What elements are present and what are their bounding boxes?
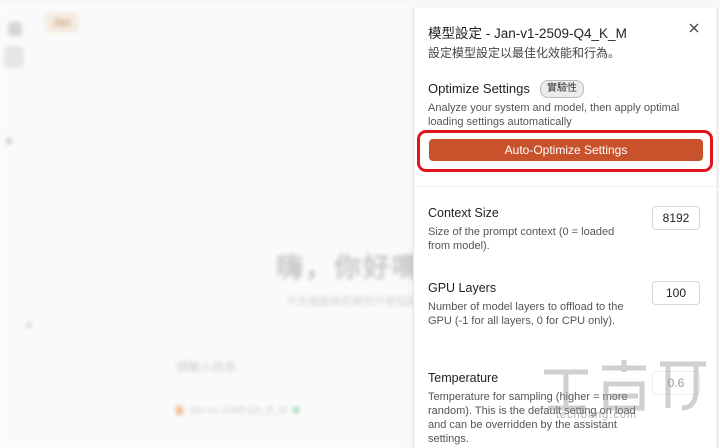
auto-optimize-button[interactable]: Auto-Optimize Settings <box>429 139 703 161</box>
gpu-layers-description: Number of model layers to offload to the… <box>428 301 624 327</box>
divider <box>414 186 720 187</box>
optimize-settings-title: Optimize Settings <box>428 81 530 96</box>
assistant-chip[interactable]: Jan <box>45 13 79 33</box>
sidebar-toggle-icon[interactable] <box>8 22 22 36</box>
watermark-text: techbang.com <box>556 409 638 421</box>
model-settings-panel: 模型設定 - Jan-v1-2509-Q4_K_M 設定模型設定以最佳化效能和行… <box>413 8 720 448</box>
context-size-title: Context Size <box>428 206 499 220</box>
context-size-input[interactable] <box>652 206 700 230</box>
chat-input[interactable]: 請輸入訊息... <box>176 358 246 375</box>
model-selector-label: Jan-v1-2509-Q4_K_M <box>189 405 288 416</box>
model-icon <box>176 405 183 415</box>
greeting-heading: 嗨，你好嗎 <box>276 253 421 283</box>
panel-title: 模型設定 - Jan-v1-2509-Q4_K_M <box>428 26 627 41</box>
optimize-settings-description: Analyze your system and model, then appl… <box>428 102 680 128</box>
top-border <box>0 0 720 1</box>
panel-description: 設定模型設定以最佳化效能和行為。 <box>428 46 621 60</box>
scrollbar[interactable] <box>716 8 719 448</box>
sidebar-dot-icon <box>26 322 32 328</box>
status-dot-icon <box>293 407 300 414</box>
gpu-layers-title: GPU Layers <box>428 281 497 295</box>
model-selector[interactable]: Jan-v1-2509-Q4_K_M <box>176 405 300 416</box>
greeting-subtitle: 今天我能為您提供什麼協助？ <box>286 296 429 308</box>
gpu-layers-input[interactable] <box>652 281 700 305</box>
close-button[interactable] <box>686 20 702 36</box>
sidebar-dot-icon <box>6 138 12 144</box>
temperature-input[interactable] <box>652 371 700 395</box>
experimental-badge: 實驗性 <box>540 80 584 98</box>
context-size-description: Size of the prompt context (0 = loaded f… <box>428 226 615 252</box>
temperature-title: Temperature <box>428 371 499 385</box>
close-icon <box>689 23 699 33</box>
sidebar-new-chat-button[interactable] <box>4 46 24 68</box>
